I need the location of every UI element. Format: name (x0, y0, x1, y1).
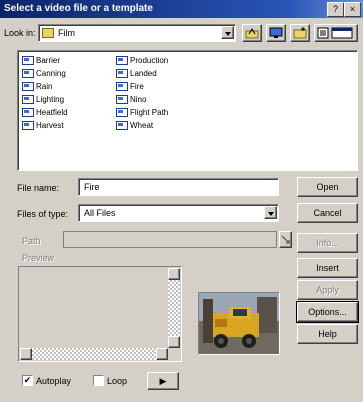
list-item[interactable]: Harvest (22, 120, 64, 132)
apply-button[interactable]: Apply (297, 280, 358, 300)
open-button[interactable]: Open (297, 177, 358, 197)
info-button[interactable]: Info... (297, 233, 358, 253)
file-list[interactable]: Barrier Canning Rain Lighting Heatfield … (17, 50, 358, 171)
list-item[interactable]: Barrier (22, 55, 60, 67)
desktop-icon (269, 27, 283, 38)
file-name-input[interactable]: Fire (78, 178, 279, 196)
loop-label: Loop (107, 376, 128, 386)
autoplay-checkbox[interactable]: ✔ (22, 375, 33, 386)
new-folder-button[interactable] (290, 24, 310, 42)
file-name-text: Lighting (36, 95, 65, 104)
file-name-text: Fire (130, 82, 144, 91)
list-item[interactable]: Production (116, 55, 168, 67)
file-name-text: Rain (36, 82, 53, 91)
new-folder-icon (293, 27, 307, 39)
close-title-button[interactable]: × (344, 2, 361, 17)
cancel-button[interactable]: Cancel (297, 203, 358, 223)
list-item[interactable]: Landed (116, 68, 157, 80)
autoplay-label: Autoplay (36, 376, 72, 386)
chevron-down-icon[interactable] (221, 26, 234, 39)
arrow-icon (281, 235, 290, 244)
video-file-icon (116, 82, 128, 92)
file-name-text: Heatfield (36, 108, 68, 117)
scroll-up-button[interactable] (168, 268, 180, 280)
help-title-button[interactable]: ? (327, 2, 344, 17)
video-file-icon (116, 95, 128, 105)
path-browse-button[interactable] (279, 231, 292, 248)
list-item[interactable]: Wheat (116, 120, 153, 132)
list-item[interactable]: Nino (116, 94, 146, 106)
look-in-value: Film (58, 28, 75, 38)
desktop-button[interactable] (266, 24, 286, 42)
up-folder-button[interactable] (242, 24, 262, 42)
scroll-left-button[interactable] (20, 348, 32, 360)
horizontal-scrollbar[interactable] (20, 348, 168, 360)
video-file-icon (22, 69, 34, 79)
video-file-icon (22, 82, 34, 92)
description-box[interactable] (18, 266, 182, 362)
details-view-icon (317, 27, 353, 39)
files-of-type-dropdown[interactable]: All Files (78, 204, 279, 222)
video-file-icon (116, 69, 128, 79)
list-item[interactable]: Lighting (22, 94, 64, 106)
play-button[interactable]: ▶ (147, 372, 179, 390)
play-icon: ▶ (159, 376, 167, 386)
files-of-type-value: All Files (84, 208, 116, 218)
video-file-icon (22, 95, 34, 105)
view-menu-button[interactable] (314, 24, 358, 42)
preview-label: Preview (22, 253, 55, 263)
file-name-text: Harvest (36, 121, 64, 130)
video-file-icon (116, 121, 128, 131)
video-file-icon (22, 121, 34, 131)
look-in-dropdown[interactable]: Film (38, 24, 236, 42)
file-name-label: File name: (17, 183, 60, 193)
loop-checkbox[interactable] (93, 375, 104, 386)
video-file-icon (116, 108, 128, 118)
scroll-down-button[interactable] (168, 336, 180, 348)
chevron-down-icon[interactable] (264, 206, 277, 219)
file-name-text: Flight Path (130, 108, 169, 117)
folder-icon (42, 28, 54, 38)
up-folder-icon (245, 28, 259, 39)
list-item[interactable]: Fire (116, 81, 144, 93)
options-button[interactable]: Options... (296, 301, 359, 323)
list-item[interactable]: Rain (22, 81, 52, 93)
file-name-text: Barrier (36, 56, 61, 65)
vertical-scrollbar[interactable] (168, 268, 180, 348)
file-name-text: Canning (36, 69, 66, 78)
list-item[interactable]: Canning (22, 68, 66, 80)
files-of-type-label: Files of type: (17, 209, 69, 219)
file-name-text: Nino (130, 95, 147, 104)
video-file-icon (116, 56, 128, 66)
path-field (63, 231, 277, 248)
video-file-icon (22, 56, 34, 66)
video-file-icon (22, 108, 34, 118)
video-preview-image (199, 293, 279, 354)
list-item[interactable]: Heatfield (22, 107, 68, 119)
checkmark-icon: ✔ (23, 375, 32, 385)
file-name-text: Landed (130, 69, 157, 78)
list-item[interactable]: Flight Path (116, 107, 168, 119)
look-in-label: Look in: (4, 28, 36, 38)
video-thumbnail (198, 292, 280, 355)
insert-button[interactable]: Insert (297, 258, 358, 278)
file-name-value: Fire (84, 182, 100, 192)
path-label: Path (22, 236, 41, 246)
scroll-right-button[interactable] (156, 348, 168, 360)
file-name-text: Wheat (130, 121, 154, 130)
file-name-text: Production (130, 56, 169, 65)
window-title: Select a video file or a template (4, 3, 153, 14)
help-button[interactable]: Help (297, 324, 358, 344)
